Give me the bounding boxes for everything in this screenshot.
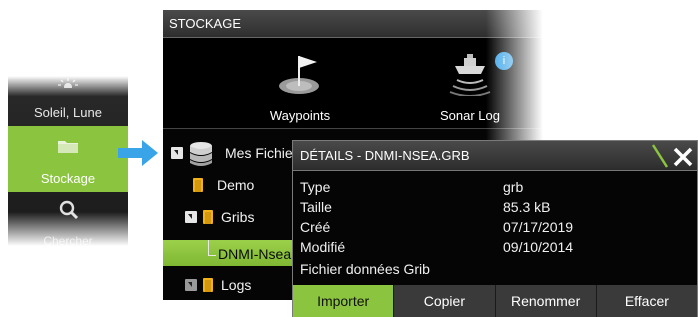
search-icon bbox=[59, 200, 79, 220]
accent-slash-icon bbox=[651, 144, 669, 168]
sidebar-item-label: Stockage bbox=[40, 171, 96, 186]
details-dialog: DÉTAILS - DNMI-NSEA.GRB Type grb Taille … bbox=[292, 140, 698, 317]
expand-toggle-icon[interactable] bbox=[185, 279, 197, 291]
collapse-toggle-icon[interactable] bbox=[185, 211, 197, 223]
sonar-log-tile[interactable]: i Sonar Log bbox=[415, 42, 525, 130]
detail-value-type: grb bbox=[503, 179, 524, 195]
storage-title: STOCKAGE bbox=[163, 10, 543, 38]
folder-icon bbox=[203, 278, 213, 292]
database-icon bbox=[190, 142, 212, 166]
dialog-title: DÉTAILS - DNMI-NSEA.GRB bbox=[293, 141, 697, 171]
folder-icon bbox=[203, 210, 213, 224]
sun-moon-icon bbox=[58, 78, 78, 88]
right-arrow-icon bbox=[118, 140, 158, 166]
detail-key-size: Taille bbox=[300, 199, 332, 215]
tree-item-label: Logs bbox=[221, 277, 252, 293]
detail-value-created: 07/17/2019 bbox=[503, 219, 574, 235]
tree-guide-line bbox=[208, 255, 216, 256]
tile-label: Waypoints bbox=[269, 108, 331, 123]
waypoints-tile[interactable]: Waypoints bbox=[245, 42, 355, 130]
detail-key-modified: Modifié bbox=[300, 239, 346, 255]
dialog-button-bar: Importer Copier Renommer Effacer bbox=[293, 285, 697, 317]
delete-button[interactable]: Effacer bbox=[595, 285, 697, 317]
detail-value-modified: 09/10/2014 bbox=[503, 239, 574, 255]
sidebar-item-storage[interactable]: Stockage bbox=[8, 126, 128, 192]
sonar-log-icon bbox=[449, 54, 491, 96]
import-button[interactable]: Importer bbox=[293, 285, 394, 317]
folder-icon bbox=[193, 178, 203, 192]
info-badge: i bbox=[495, 52, 513, 70]
detail-key-created: Créé bbox=[300, 219, 331, 235]
detail-key-type: Type bbox=[300, 179, 331, 195]
copy-button[interactable]: Copier bbox=[393, 285, 495, 317]
rename-button[interactable]: Renommer bbox=[494, 285, 596, 317]
sidebar-item-sun-moon[interactable]: Soleil, Lune bbox=[8, 76, 128, 126]
waypoint-flag-icon bbox=[279, 56, 319, 94]
detail-note: Fichier données Grib bbox=[300, 261, 430, 277]
sidebar-menu: Soleil, Lune Stockage Chercher bbox=[8, 76, 128, 248]
folder-icon bbox=[58, 141, 78, 153]
tile-label: Sonar Log bbox=[440, 108, 500, 123]
sidebar-item-label: Soleil, Lune bbox=[34, 105, 102, 120]
collapse-toggle-icon[interactable] bbox=[171, 147, 183, 159]
tree-guide-line bbox=[208, 240, 209, 256]
sidebar-item-label: Chercher bbox=[43, 234, 93, 248]
sidebar-item-search[interactable]: Chercher bbox=[8, 196, 128, 248]
tree-item-label: Gribs bbox=[221, 209, 255, 225]
tree-item-label: Demo bbox=[217, 177, 255, 193]
detail-value-size: 85.3 kB bbox=[503, 199, 551, 215]
close-icon[interactable] bbox=[673, 147, 693, 167]
